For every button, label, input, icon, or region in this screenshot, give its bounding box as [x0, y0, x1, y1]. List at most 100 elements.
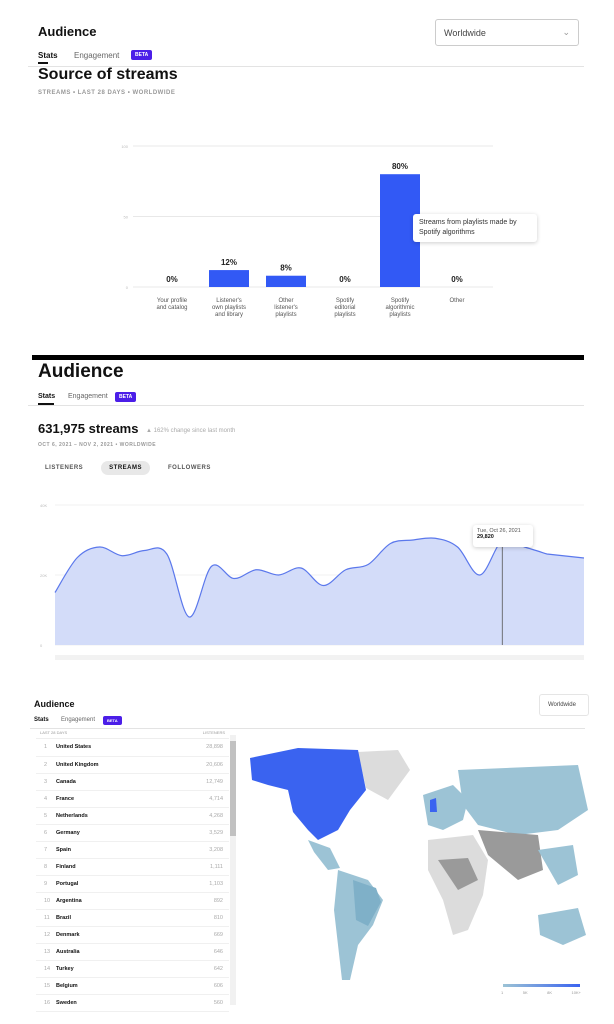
- listeners-cell: 4,714: [168, 790, 229, 808]
- legend-label: 8K: [547, 990, 553, 995]
- rank-cell: 5: [36, 807, 56, 825]
- table-row[interactable]: 13 Australia 646: [36, 943, 229, 961]
- table-row[interactable]: 6 Germany 3,529: [36, 824, 229, 842]
- table-row[interactable]: 8 Finland 1,111: [36, 858, 229, 876]
- listeners-cell: 1,103: [168, 875, 229, 893]
- country-cell: Netherlands: [56, 807, 169, 825]
- divider-3: [30, 728, 585, 729]
- listeners-cell: 810: [168, 909, 229, 927]
- country-cell: France: [56, 790, 169, 808]
- tooltip-value: 29,820: [477, 534, 494, 540]
- rank-cell: 7: [36, 841, 56, 859]
- country-cell: United Kingdom: [56, 756, 169, 774]
- rank-cell: 12: [36, 926, 56, 944]
- rank-cell: 9: [36, 875, 56, 893]
- tab-engagement-2[interactable]: Engagement: [68, 393, 108, 400]
- streams-change: ▲ 162% change since last month: [146, 428, 236, 434]
- tab-engagement-3[interactable]: Engagement: [61, 717, 95, 723]
- country-cell: Sweden: [56, 994, 169, 1012]
- map-north-america: [250, 748, 366, 840]
- rank-cell: 10: [36, 892, 56, 910]
- table-row[interactable]: 16 Sweden 560: [36, 994, 229, 1012]
- table-row[interactable]: 9 Portugal 1,103: [36, 875, 229, 893]
- table-row[interactable]: 12 Denmark 669: [36, 926, 229, 944]
- y-tick-label: 40K: [40, 503, 47, 508]
- listeners-cell: 646: [168, 943, 229, 961]
- map-legend-gradient: [503, 984, 580, 987]
- pill-listeners[interactable]: LISTENERS: [37, 461, 91, 475]
- listeners-cell: 1,111: [168, 858, 229, 876]
- y-tick-label: 100: [121, 144, 128, 149]
- table-scrollbar[interactable]: [230, 735, 236, 1005]
- pill-followers[interactable]: FOLLOWERS: [160, 461, 219, 475]
- map-brazil: [353, 880, 381, 926]
- country-cell: Canada: [56, 773, 169, 791]
- country-cell: Germany: [56, 824, 169, 842]
- table-row[interactable]: 4 France 4,714: [36, 790, 229, 808]
- page-title-3: Audience: [34, 699, 75, 709]
- bar-value-label: 8%: [280, 264, 292, 273]
- country-cell: Turkey: [56, 960, 169, 978]
- region-select-3[interactable]: Worldwide: [539, 694, 589, 716]
- streams-total: 631,975 streams: [38, 421, 139, 436]
- rank-cell: 1: [36, 739, 56, 757]
- listeners-cell: 20,606: [168, 756, 229, 774]
- metric-pills: LISTENERS STREAMS FOLLOWERS: [37, 461, 219, 475]
- y-tick-label: 0: [40, 643, 43, 648]
- table-header: LAST 28 DAYS LISTENERS: [36, 730, 229, 739]
- rank-cell: 16: [36, 994, 56, 1012]
- separator: [32, 355, 584, 360]
- country-cell: Argentina: [56, 892, 169, 910]
- table-row[interactable]: 2 United Kingdom 20,606: [36, 756, 229, 774]
- tab-stats-3[interactable]: Stats: [34, 717, 49, 723]
- date-range: OCT 6, 2021 – NOV 2, 2021 • WORLDWIDE: [38, 442, 157, 448]
- scrollbar-thumb[interactable]: [230, 741, 236, 836]
- listeners-cell: 892: [168, 892, 229, 910]
- map-greenland: [358, 750, 410, 800]
- category-label: Other: [449, 298, 464, 304]
- rank-cell: 4: [36, 790, 56, 808]
- table-row[interactable]: 7 Spain 3,208: [36, 841, 229, 859]
- rank-cell: 11: [36, 909, 56, 927]
- category-label: Other listener's playlists: [274, 298, 298, 318]
- map-uk: [430, 798, 437, 812]
- range-scrollbar: [55, 655, 584, 660]
- country-cell: United States: [56, 739, 169, 757]
- legend-label: 10K+: [571, 990, 581, 995]
- category-label: Your profile and catalog: [156, 298, 187, 311]
- map-russia-asia: [458, 765, 588, 835]
- y-tick-label: 20K: [40, 573, 47, 578]
- beta-badge-3: BETA: [103, 716, 122, 725]
- table-row[interactable]: 15 Belgium 606: [36, 977, 229, 995]
- legend-label: 1: [501, 990, 504, 995]
- country-cell: Spain: [56, 841, 169, 859]
- table-row[interactable]: 3 Canada 12,749: [36, 773, 229, 791]
- rank-cell: 3: [36, 773, 56, 791]
- rank-cell: 8: [36, 858, 56, 876]
- pill-streams[interactable]: STREAMS: [101, 461, 151, 475]
- source-bar-chart: 0 50 100 0% Your profile and catalog 12% Listen…: [121, 144, 493, 318]
- listeners-cell: 4,268: [168, 807, 229, 825]
- bar-value-label: 0%: [339, 275, 351, 284]
- listeners-cell: 560: [168, 994, 229, 1012]
- table-row[interactable]: 1 United States 28,898: [36, 739, 229, 757]
- area-fill: [55, 537, 584, 645]
- table-row[interactable]: 5 Netherlands 4,268: [36, 807, 229, 825]
- table-row[interactable]: 10 Argentina 892: [36, 892, 229, 910]
- col-header-period: LAST 28 DAYS: [40, 730, 68, 735]
- y-tick-label: 50: [124, 215, 129, 220]
- table-row[interactable]: 14 Turkey 642: [36, 960, 229, 978]
- category-label: Spotify editorial playlists: [334, 298, 355, 318]
- listeners-cell: 642: [168, 960, 229, 978]
- table-row[interactable]: 11 Brazil 810: [36, 909, 229, 927]
- line-tooltip: Tue, Oct 26, 2021 29,820: [473, 525, 533, 547]
- country-cell: Denmark: [56, 926, 169, 944]
- map-australia: [538, 908, 586, 945]
- tab-stats-2[interactable]: Stats: [38, 393, 55, 400]
- divider-2: [28, 405, 584, 406]
- legend-label: 5K: [522, 990, 528, 995]
- bar-tooltip: Streams from playlists made by Spotify a…: [413, 214, 537, 242]
- country-cell: Australia: [56, 943, 169, 961]
- rank-cell: 13: [36, 943, 56, 961]
- world-map: [250, 748, 588, 980]
